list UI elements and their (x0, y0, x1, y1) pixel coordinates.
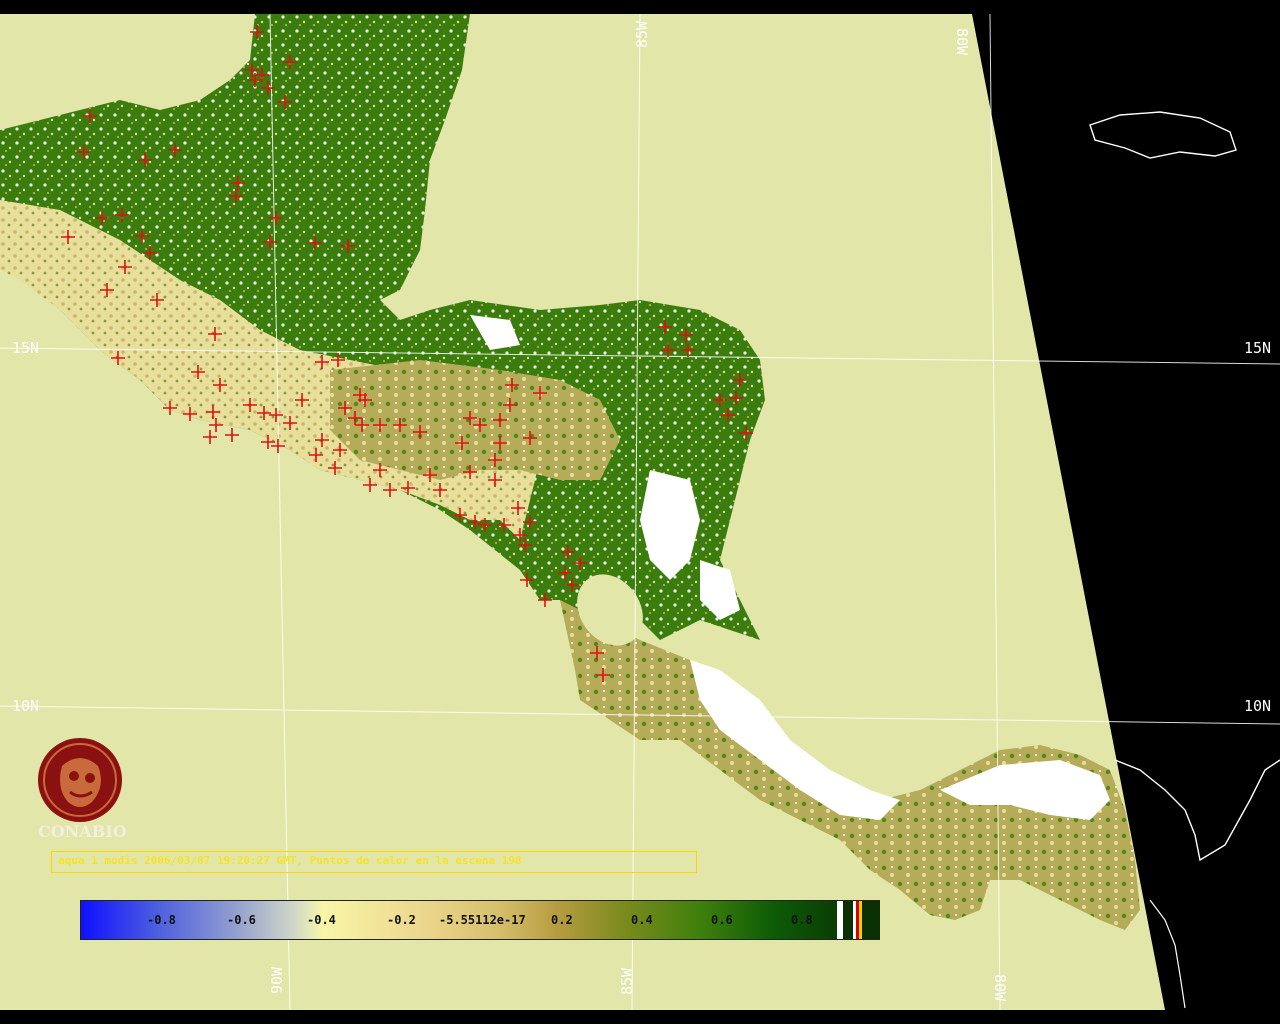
scene-caption: aqua 1 modis 2006/03/07 19:20:27 GMT, Pu… (58, 854, 522, 867)
lat-label-10n-left: 10N (12, 697, 39, 715)
colorbar-end-swatch (862, 901, 880, 939)
lat-label-10n-right: 10N (1244, 697, 1271, 715)
lon-label-85w-bottom: 85W (618, 967, 636, 995)
colorbar-tick: -5.55112e-17 (439, 913, 526, 927)
colorbar-tick: -0.4 (307, 913, 336, 927)
lon-label-90w-bottom: 90W (268, 966, 286, 994)
conabio-logo-text: CONABIO (38, 822, 127, 841)
colorbar-tick: 0.2 (551, 913, 573, 927)
colorbar-tick: 0.8 (791, 913, 813, 927)
colorbar-dark-swatch (843, 901, 853, 939)
colorbar-tick: 0.4 (631, 913, 653, 927)
lat-label-15n-left: 15N (12, 339, 39, 357)
lon-label-85w-top: 85W (633, 20, 651, 48)
lon-label-80w-bottom: 80W (991, 974, 1009, 1002)
colorbar-tick: 0.6 (711, 913, 733, 927)
ndvi-colorbar: -0.8 -0.6 -0.4 -0.2 -5.55112e-17 0.2 0.4… (80, 900, 880, 940)
lon-label-80w-top: 80W (953, 28, 971, 56)
lat-label-15n-right: 15N (1244, 339, 1271, 357)
colorbar-tick: -0.8 (147, 913, 176, 927)
colorbar-tick: -0.6 (227, 913, 256, 927)
colorbar-tick: -0.2 (387, 913, 416, 927)
